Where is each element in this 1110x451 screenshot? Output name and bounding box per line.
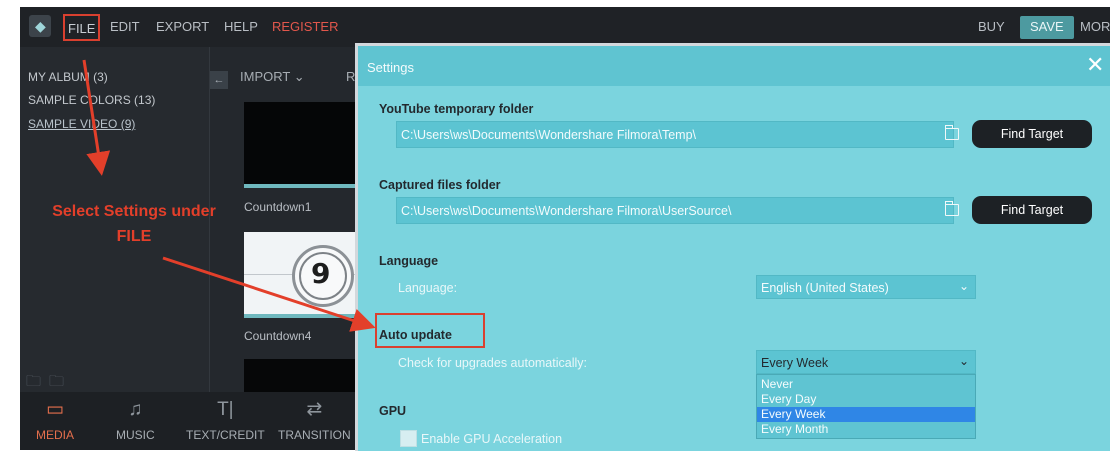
tab-transition[interactable]: ⇄ TRANSITION: [278, 398, 351, 442]
dropdown-option[interactable]: Every Day: [757, 392, 975, 407]
annotation-callout: Select Settings under FILE: [24, 199, 244, 249]
delete-folder-icon[interactable]: 🗀: [49, 373, 64, 390]
captured-folder-field[interactable]: C:\Users\ws\Documents\Wondershare Filmor…: [396, 197, 959, 224]
select-value: Every Week: [761, 356, 829, 370]
menu-file[interactable]: FILE: [63, 14, 101, 41]
language-select[interactable]: English (United States) ⌄: [756, 275, 976, 299]
add-folder-icon[interactable]: 🗀: [26, 373, 41, 390]
menu-help[interactable]: HELP: [224, 19, 258, 35]
chevron-down-icon: ⌄: [959, 279, 970, 293]
media-thumbnail[interactable]: 9: [244, 232, 360, 318]
tab-text-credit[interactable]: T| TEXT/CREDIT: [186, 398, 265, 442]
close-icon[interactable]: ✕: [1086, 53, 1104, 77]
text-icon: T|: [217, 399, 234, 420]
media-thumbnail-label: Countdown1: [244, 200, 312, 214]
auto-update-label: Check for upgrades automatically:: [398, 356, 587, 370]
menu-register[interactable]: REGISTER: [272, 19, 338, 35]
language-label: Language:: [398, 281, 458, 295]
chevron-down-icon: ⌄: [959, 354, 970, 368]
section-heading: Captured files folder: [379, 178, 501, 192]
tab-label: TEXT/CREDIT: [186, 428, 265, 442]
tab-label: MUSIC: [116, 428, 155, 442]
menu-bar: ◆ FILE EDIT EXPORT HELP REGISTER BUY SAV…: [20, 7, 1110, 47]
path-value: C:\Users\ws\Documents\Wondershare Filmor…: [401, 128, 696, 142]
gpu-checkbox-label: Enable GPU Acceleration: [421, 432, 563, 446]
music-note-icon: ♫: [128, 399, 143, 420]
album-item[interactable]: MY ALBUM (3): [28, 70, 108, 84]
tab-media[interactable]: ▭ MEDIA: [36, 398, 74, 442]
path-value: C:\Users\ws\Documents\Wondershare Filmor…: [401, 204, 732, 218]
youtube-folder-field[interactable]: C:\Users\ws\Documents\Wondershare Filmor…: [396, 121, 959, 148]
buy-button[interactable]: BUY: [978, 19, 1005, 35]
section-heading: GPU: [379, 404, 407, 418]
menu-export[interactable]: EXPORT: [156, 19, 209, 35]
media-thumbnail-label: Countdown4: [244, 329, 312, 343]
dropdown-option[interactable]: Every Week: [757, 407, 975, 422]
album-item[interactable]: SAMPLE COLORS (13): [28, 93, 155, 107]
settings-dialog: Settings ✕ YouTube temporary folder C:\U…: [355, 43, 1110, 451]
tab-label: MEDIA: [36, 428, 75, 442]
folder-icon: ▭: [46, 399, 64, 420]
record-button[interactable]: R: [346, 69, 355, 84]
menu-edit[interactable]: EDIT: [110, 19, 140, 35]
annotation-line: FILE: [116, 228, 152, 245]
auto-update-dropdown: Never Every Day Every Week Every Month: [756, 374, 976, 439]
media-thumbnail[interactable]: [244, 359, 360, 392]
album-item[interactable]: SAMPLE VIDEO (9): [28, 117, 135, 131]
app-logo-icon: ◆: [29, 15, 51, 37]
import-button[interactable]: IMPORT ⌄: [240, 69, 305, 85]
tab-label: TRANSITION: [278, 428, 351, 442]
section-heading: Auto update: [379, 328, 452, 342]
folder-browse-icon[interactable]: [944, 125, 959, 140]
transition-icon: ⇄: [306, 399, 323, 420]
bottom-tab-bar: ▭ MEDIA ♫ MUSIC T| TEXT/CREDIT ⇄ TRANSIT…: [20, 392, 360, 450]
annotation-line: Select Settings under: [52, 203, 216, 220]
back-arrow-icon[interactable]: ←: [210, 71, 228, 89]
dropdown-option[interactable]: Never: [757, 377, 975, 392]
section-heading: Language: [379, 254, 439, 268]
save-button[interactable]: SAVE: [1020, 16, 1074, 39]
dropdown-option[interactable]: Every Month: [757, 422, 975, 437]
folder-browse-icon[interactable]: [944, 201, 959, 216]
select-value: English (United States): [761, 281, 889, 295]
auto-update-select[interactable]: Every Week ⌄: [756, 350, 976, 374]
section-heading: YouTube temporary folder: [379, 102, 534, 116]
countdown-number: 9: [311, 257, 331, 290]
find-target-button[interactable]: Find Target: [972, 196, 1092, 224]
gpu-checkbox[interactable]: [400, 430, 417, 447]
tab-music[interactable]: ♫ MUSIC: [116, 398, 155, 442]
find-target-button[interactable]: Find Target: [972, 120, 1092, 148]
media-thumbnail[interactable]: [244, 102, 360, 188]
dialog-title: Settings: [367, 60, 414, 75]
dialog-titlebar: Settings ✕: [358, 46, 1110, 86]
more-menu[interactable]: MOR: [1080, 19, 1110, 35]
